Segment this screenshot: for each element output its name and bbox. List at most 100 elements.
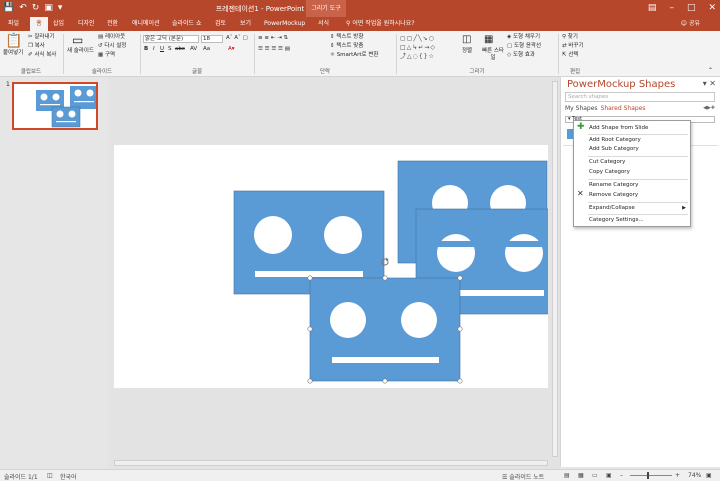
paste-icon[interactable]: 📋 xyxy=(5,34,22,48)
status-bar: 슬라이드 1/1 ◫ 한국어 ☰ 슬라이드 노트 ▤ ▦ ▭ ▣ – + 74%… xyxy=(0,469,720,481)
normal-view-icon[interactable]: ▤ xyxy=(564,472,570,479)
search-input[interactable]: Search shapes xyxy=(565,92,715,102)
menu-item-cut-category[interactable]: Cut Category xyxy=(589,159,625,165)
replace-button[interactable]: ⇄ 바꾸기 xyxy=(562,43,584,50)
tab-my-shapes[interactable]: My Shapes xyxy=(565,105,598,112)
maximize-button[interactable]: □ xyxy=(687,0,696,17)
reset-button[interactable]: ↺ 다시 설정 xyxy=(98,43,126,50)
tab-format[interactable]: 서식 xyxy=(318,17,329,31)
section-button[interactable]: ▦ 구역 xyxy=(98,52,115,59)
grow-font-icon[interactable]: Aˆ Aˇ ▢ xyxy=(226,35,248,42)
new-slide-button[interactable]: 새 슬라이드 xyxy=(67,48,94,55)
menu-item-add-root-category[interactable]: Add Root Category xyxy=(589,137,641,143)
vertical-scrollbar[interactable] xyxy=(552,81,558,457)
slideshow-icon[interactable]: ▣ xyxy=(606,472,612,479)
menu-item-category-settings[interactable]: Category Settings... xyxy=(589,217,644,223)
copy-button[interactable]: ❐ 복사 xyxy=(28,43,45,50)
layout-label: 레이아웃 xyxy=(104,34,126,40)
tab-slideshow[interactable]: 슬라이드 쇼 xyxy=(172,17,202,31)
font-size-combo[interactable]: 18 xyxy=(201,35,223,43)
shapes-gallery[interactable]: ▢▢╱╲↘○ □△↳↵⇝◇ ⤴△◌{}☆ xyxy=(400,34,458,62)
tab-review[interactable]: 검토 xyxy=(215,17,226,31)
arrange-icon[interactable]: ◫ xyxy=(462,35,471,45)
tab-insert[interactable]: 삽입 xyxy=(53,17,64,31)
ribbon-tabs: 파일 홈 삽입 디자인 전환 애니메이션 슬라이드 쇼 검토 보기 PowerM… xyxy=(0,17,720,31)
menu-separator xyxy=(588,214,688,215)
slide-thumbnail[interactable] xyxy=(12,82,98,130)
tab-home[interactable]: 홈 xyxy=(30,17,48,31)
face-shape-selected[interactable] xyxy=(309,277,461,382)
shape-outline-button[interactable]: ▢ 도형 윤곽선 xyxy=(507,43,541,50)
menu-item-expand-collapse[interactable]: Expand/Collapse xyxy=(589,205,635,211)
minimize-button[interactable]: – xyxy=(669,0,674,17)
tab-scroll-arrows-icon[interactable]: ◀▶✚ xyxy=(703,105,715,111)
text-direction-button[interactable]: ⇕ 텍스트 방향 xyxy=(330,34,363,41)
share-button[interactable]: ☺ 공유 xyxy=(681,17,700,31)
zoom-out-icon[interactable]: – xyxy=(620,472,623,479)
font-name-combo[interactable]: 맑은 고딕 (본문) xyxy=(143,35,199,43)
slide-sorter-icon[interactable]: ▦ xyxy=(578,472,584,479)
menu-item-add-shape[interactable]: Add Shape from Slide xyxy=(589,125,648,131)
paragraph-group-label: 단락 xyxy=(319,69,331,75)
menu-separator xyxy=(588,156,688,157)
char-spacing-button[interactable]: AV xyxy=(190,46,197,53)
zoom-slider-thumb[interactable] xyxy=(647,472,649,479)
share-label: 공유 xyxy=(688,20,700,27)
tab-shared-shapes[interactable]: Shared Shapes xyxy=(601,105,646,112)
panel-options-icon[interactable]: ▾ xyxy=(703,79,707,88)
tab-design[interactable]: 디자인 xyxy=(78,17,95,31)
zoom-level[interactable]: 74% xyxy=(688,472,701,479)
tab-powermockup[interactable]: PowerMockup xyxy=(264,17,305,31)
arrange-button[interactable]: 정렬 xyxy=(462,48,472,55)
zoom-in-icon[interactable]: + xyxy=(675,472,680,479)
shape-effects-button[interactable]: ◇ 도형 효과 xyxy=(507,52,535,59)
align-icon[interactable]: ☰ ☰ ☰ ☰ ▤ xyxy=(258,46,290,53)
bold-button[interactable]: B xyxy=(144,46,148,53)
quick-styles-button[interactable]: 빠른 스타일 xyxy=(480,48,506,62)
horizontal-scrollbar[interactable] xyxy=(114,460,548,466)
smartart-button[interactable]: ⚛ SmartArt로 변환 xyxy=(330,52,378,59)
underline-button[interactable]: U xyxy=(160,46,164,53)
tab-file[interactable]: 파일 xyxy=(8,17,19,31)
menu-item-remove-category[interactable]: Remove Category xyxy=(589,192,638,198)
zoom-slider[interactable] xyxy=(630,475,672,476)
new-slide-icon[interactable]: ▭ xyxy=(72,34,83,46)
panel-close-icon[interactable]: ✕ xyxy=(709,79,716,88)
font-color-icon[interactable]: A▾ xyxy=(228,46,235,53)
cut-button[interactable]: ✂ 잘라내기 xyxy=(28,34,55,41)
language-status[interactable]: 한국어 xyxy=(60,472,77,481)
fit-to-window-icon[interactable]: ▣ xyxy=(706,472,712,479)
ribbon-display-options-icon[interactable]: ▤ xyxy=(648,0,657,17)
paste-button[interactable]: 붙여넣기 xyxy=(3,50,23,57)
menu-item-rename-category[interactable]: Rename Category xyxy=(589,182,638,188)
slide-number: 1 xyxy=(6,81,10,88)
bullets-icon[interactable]: ≡ ≡ ⇤ ⇥ ⇅ xyxy=(258,35,288,42)
menu-item-add-sub-category[interactable]: Add Sub Category xyxy=(589,146,639,152)
slide-canvas[interactable] xyxy=(114,145,553,388)
tab-animations[interactable]: 애니메이션 xyxy=(132,17,160,31)
change-case-button[interactable]: Aa xyxy=(203,46,210,53)
collapse-ribbon-icon[interactable]: ⌃ xyxy=(708,67,713,74)
slide-shapes xyxy=(233,160,553,384)
notes-button[interactable]: ☰ 슬라이드 노트 xyxy=(502,472,544,481)
add-icon: ✚ xyxy=(577,122,585,132)
tab-view[interactable]: 보기 xyxy=(240,17,251,31)
layout-button[interactable]: ▤ 레이아웃 xyxy=(98,34,125,41)
italic-button[interactable]: I xyxy=(153,46,155,53)
slide-counter: 슬라이드 1/1 xyxy=(4,474,38,481)
find-button[interactable]: ⚲ 찾기 xyxy=(562,34,578,41)
format-painter-button[interactable]: ✐ 서식 복사 xyxy=(28,52,56,59)
reading-view-icon[interactable]: ▭ xyxy=(592,472,598,479)
shadow-button[interactable]: S xyxy=(168,46,172,53)
quick-styles-icon[interactable]: ▦ xyxy=(484,35,493,45)
close-button[interactable]: ✕ xyxy=(708,0,716,17)
menu-item-copy-category[interactable]: Copy Category xyxy=(589,169,630,175)
spellcheck-icon[interactable]: ◫ xyxy=(47,472,53,479)
select-button[interactable]: ⇱ 선택 xyxy=(562,52,578,59)
tab-transitions[interactable]: 전환 xyxy=(107,17,118,31)
align-text-button[interactable]: ⇕ 텍스트 맞춤 xyxy=(330,43,363,50)
slide-editor-area xyxy=(108,77,560,469)
tell-me-box[interactable]: ⚲ 어떤 작업을 원하시나요? xyxy=(346,17,415,31)
shape-fill-button[interactable]: ◈ 도형 채우기 xyxy=(507,34,540,41)
strikethrough-button[interactable]: abc xyxy=(175,46,185,53)
